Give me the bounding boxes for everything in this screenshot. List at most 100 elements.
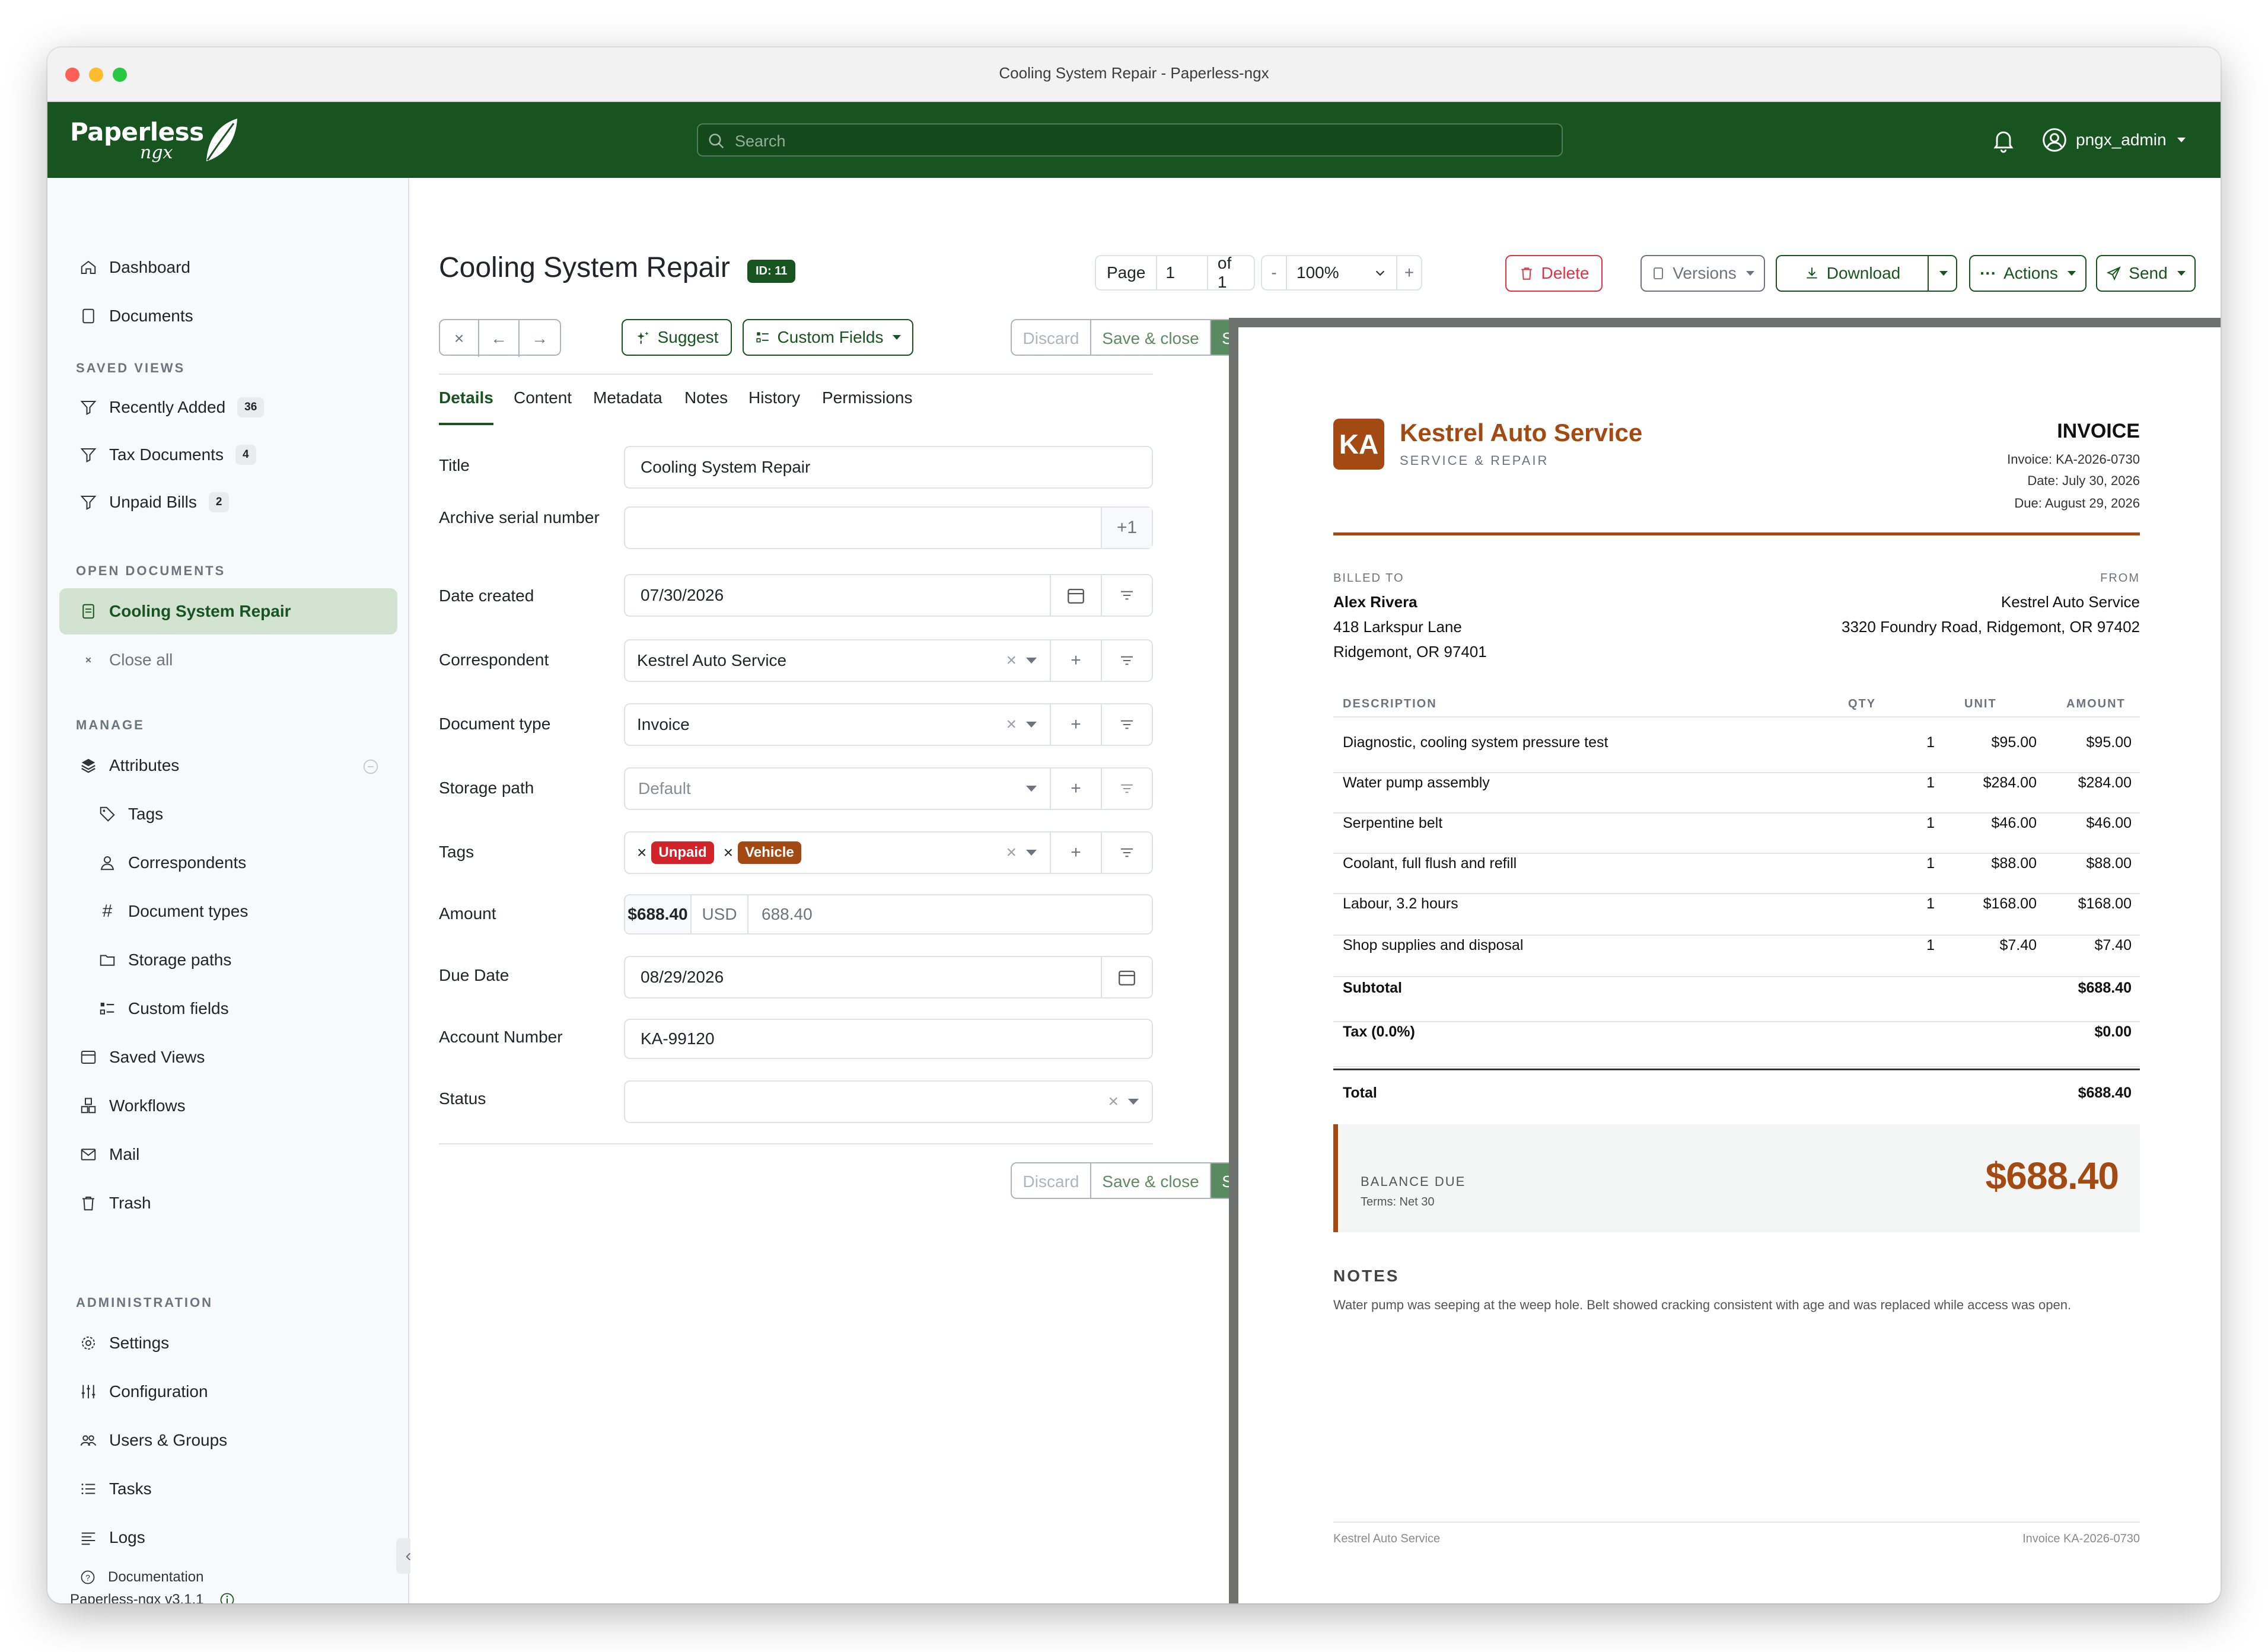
sidebar-item-documentation[interactable]: ? Documentation	[59, 1559, 397, 1595]
sidebar-item-dashboard[interactable]: Dashboard	[59, 245, 397, 289]
remove-tag-icon[interactable]: ×	[637, 843, 646, 862]
account-number-input[interactable]: KA-99120	[624, 1019, 1153, 1059]
sidebar-item-tasks[interactable]: Tasks	[59, 1467, 397, 1511]
sidebar-item-users-groups[interactable]: Users & Groups	[59, 1418, 397, 1462]
sidebar-item-documents[interactable]: Documents	[59, 294, 397, 338]
sidebar-item-tags[interactable]: Tags	[59, 792, 397, 836]
sidebar-item-storage-paths[interactable]: Storage paths	[59, 938, 397, 982]
notes-text: Water pump was seeping at the weep hole.…	[1333, 1297, 2072, 1312]
sidebar-item-correspondents[interactable]: Correspondents	[59, 841, 397, 885]
add-correspondent-button[interactable]: +	[1050, 640, 1101, 681]
sidebar-item-saved-views[interactable]: Saved Views	[59, 1035, 397, 1079]
add-storage-path-button[interactable]: +	[1050, 768, 1101, 809]
page-input[interactable]: 1	[1156, 256, 1208, 289]
sidebar-item-label: Close all	[109, 650, 173, 669]
table-row: Labour, 3.2 hours 1 $168.00 $168.00	[1333, 895, 2140, 936]
asn-input[interactable]: +1	[624, 506, 1153, 549]
clear-icon[interactable]: ×	[1006, 650, 1017, 671]
correspondent-select[interactable]: Kestrel Auto Service × +	[624, 639, 1153, 682]
tab-history[interactable]: History	[748, 388, 800, 425]
tab-content[interactable]: Content	[514, 388, 572, 425]
correspondent-value: Kestrel Auto Service	[637, 651, 787, 669]
sidebar-item-close-all[interactable]: Close all	[59, 638, 397, 682]
text-left-icon	[81, 1532, 95, 1545]
item-qty: 1	[1926, 815, 1935, 831]
sidebar-item-recently-added[interactable]: Recently Added 36	[59, 385, 397, 429]
sidebar-item-configuration[interactable]: Configuration	[59, 1370, 397, 1414]
discard-button-bottom[interactable]: Discard	[1012, 1163, 1091, 1198]
save-close-button-bottom[interactable]: Save & close	[1091, 1163, 1211, 1198]
save-close-button[interactable]: Save & close	[1091, 320, 1211, 355]
sidebar-item-open-document[interactable]: Cooling System Repair	[59, 588, 397, 634]
sidebar-item-attributes[interactable]: Attributes	[59, 744, 397, 787]
next-document-button[interactable]: →	[520, 320, 560, 357]
discard-button[interactable]: Discard	[1012, 320, 1091, 355]
user-menu[interactable]: pngx_admin	[2041, 126, 2186, 154]
invoice-date: Date: July 30, 2026	[2027, 473, 2140, 488]
filter-icon	[1121, 720, 1133, 729]
asn-increment-button[interactable]: +1	[1101, 508, 1152, 548]
invoice-number: Invoice: KA-2026-0730	[2007, 452, 2140, 467]
tab-metadata[interactable]: Metadata	[593, 388, 662, 425]
download-button[interactable]: Download	[1776, 255, 1929, 292]
sidebar-item-settings[interactable]: Settings	[59, 1321, 397, 1365]
item-amount: $284.00	[2078, 774, 2132, 791]
storage-path-select[interactable]: Default +	[624, 767, 1153, 810]
tab-details[interactable]: Details	[439, 388, 493, 425]
previous-document-button[interactable]: ←	[479, 320, 520, 357]
zoom-select[interactable]: 100%	[1287, 263, 1396, 282]
pdf-page: KA Kestrel Auto Service SERVICE & REPAIR…	[1238, 327, 2221, 1603]
collapse-icon[interactable]	[362, 758, 380, 776]
download-options-toggle[interactable]	[1928, 255, 1957, 292]
sidebar-item-custom-fields[interactable]: Custom fields	[59, 987, 397, 1031]
tags-select[interactable]: × Unpaid × Vehicle × +	[624, 831, 1153, 874]
add-tag-button[interactable]: +	[1050, 833, 1101, 873]
due-date-input[interactable]: 08/29/2026	[624, 956, 1153, 999]
global-search[interactable]: Search	[697, 123, 1563, 157]
clear-icon[interactable]: ×	[1006, 715, 1017, 735]
clear-icon[interactable]: ×	[1006, 843, 1017, 863]
sidebar-item-document-types[interactable]: # Document types	[59, 889, 397, 933]
bell-icon[interactable]	[1990, 127, 2017, 153]
sidebar-item-unpaid-bills[interactable]: Unpaid Bills 2	[59, 480, 397, 524]
date-created-filter-button[interactable]	[1101, 575, 1152, 615]
storage-path-filter-button[interactable]	[1101, 768, 1152, 809]
zoom-out-button[interactable]: -	[1262, 256, 1287, 289]
search-input[interactable]: Search	[735, 132, 786, 151]
suggest-button[interactable]: Suggest	[622, 319, 732, 356]
status-select[interactable]: ×	[624, 1080, 1153, 1123]
sidebar-item-workflows[interactable]: Workflows	[59, 1084, 397, 1128]
add-document-type-button[interactable]: +	[1050, 704, 1101, 745]
custom-fields-button[interactable]: Custom Fields	[743, 319, 913, 356]
tags-filter-button[interactable]	[1101, 833, 1152, 873]
title-input[interactable]: Cooling System Repair	[624, 446, 1153, 489]
remove-tag-icon[interactable]: ×	[724, 843, 733, 862]
tab-notes[interactable]: Notes	[684, 388, 728, 425]
tag-unpaid[interactable]: Unpaid	[651, 841, 714, 864]
tab-permissions[interactable]: Permissions	[822, 388, 912, 425]
tag-vehicle[interactable]: Vehicle	[738, 841, 801, 864]
correspondent-filter-button[interactable]	[1101, 640, 1152, 681]
close-document-button[interactable]: ×	[440, 320, 479, 357]
amount-input[interactable]: $688.40 USD 688.40	[624, 894, 1153, 935]
sidebar-item-trash[interactable]: Trash	[59, 1181, 397, 1225]
app-logo[interactable]: Paperless ngx	[70, 113, 237, 167]
document-type-filter-button[interactable]	[1101, 704, 1152, 745]
page-label: Page	[1107, 263, 1146, 282]
currency-code[interactable]: USD	[692, 895, 748, 933]
info-circle-icon[interactable]	[219, 1592, 235, 1603]
delete-button[interactable]: Delete	[1505, 255, 1603, 292]
clear-icon[interactable]: ×	[1108, 1092, 1119, 1112]
send-button[interactable]: Send	[2096, 255, 2196, 292]
zoom-in-button[interactable]: +	[1396, 256, 1421, 289]
sidebar-item-logs[interactable]: Logs	[59, 1516, 397, 1559]
date-created-input[interactable]: 07/30/2026	[624, 574, 1153, 617]
actions-button[interactable]: ··· Actions	[1969, 255, 2087, 292]
sidebar-item-mail[interactable]: Mail	[59, 1133, 397, 1176]
versions-button[interactable]: Versions	[1641, 255, 1765, 292]
document-type-select[interactable]: Invoice × +	[624, 703, 1153, 746]
due-date-calendar-button[interactable]	[1101, 957, 1152, 997]
date-created-calendar-button[interactable]	[1050, 575, 1101, 615]
sidebar-item-tax-documents[interactable]: Tax Documents 4	[59, 433, 397, 477]
sidebar-item-label: Dashboard	[109, 258, 190, 276]
